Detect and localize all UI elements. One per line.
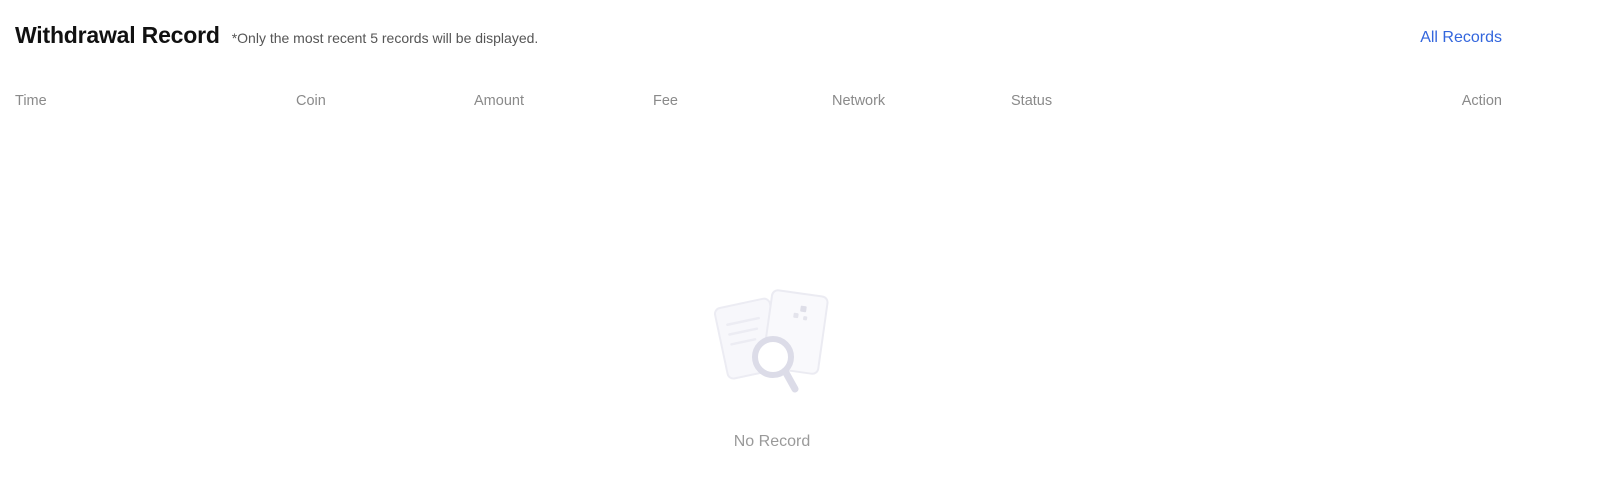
page-title: Withdrawal Record	[15, 22, 220, 48]
no-record-text: No Record	[733, 433, 811, 450]
withdrawal-record-panel: Withdrawal Record *Only the most recent …	[0, 0, 1600, 479]
column-header-coin: Coin	[296, 93, 326, 109]
title-row: Withdrawal Record *Only the most recent …	[15, 22, 538, 49]
column-header-time: Time	[15, 93, 47, 109]
column-header-amount: Amount	[474, 93, 524, 109]
all-records-link[interactable]: All Records	[1420, 29, 1502, 47]
column-header-status: Status	[1011, 93, 1053, 109]
empty-state: No Record	[0, 285, 1544, 451]
records-limit-note: *Only the most recent 5 records will be …	[231, 30, 539, 46]
no-record-search-icon	[713, 289, 829, 393]
column-header-network: Network	[832, 93, 886, 109]
column-header-action: Action	[1461, 93, 1502, 109]
table-header: Time Coin Amount Fee Network Status Acti…	[0, 93, 1600, 113]
column-header-fee: Fee	[653, 93, 678, 109]
